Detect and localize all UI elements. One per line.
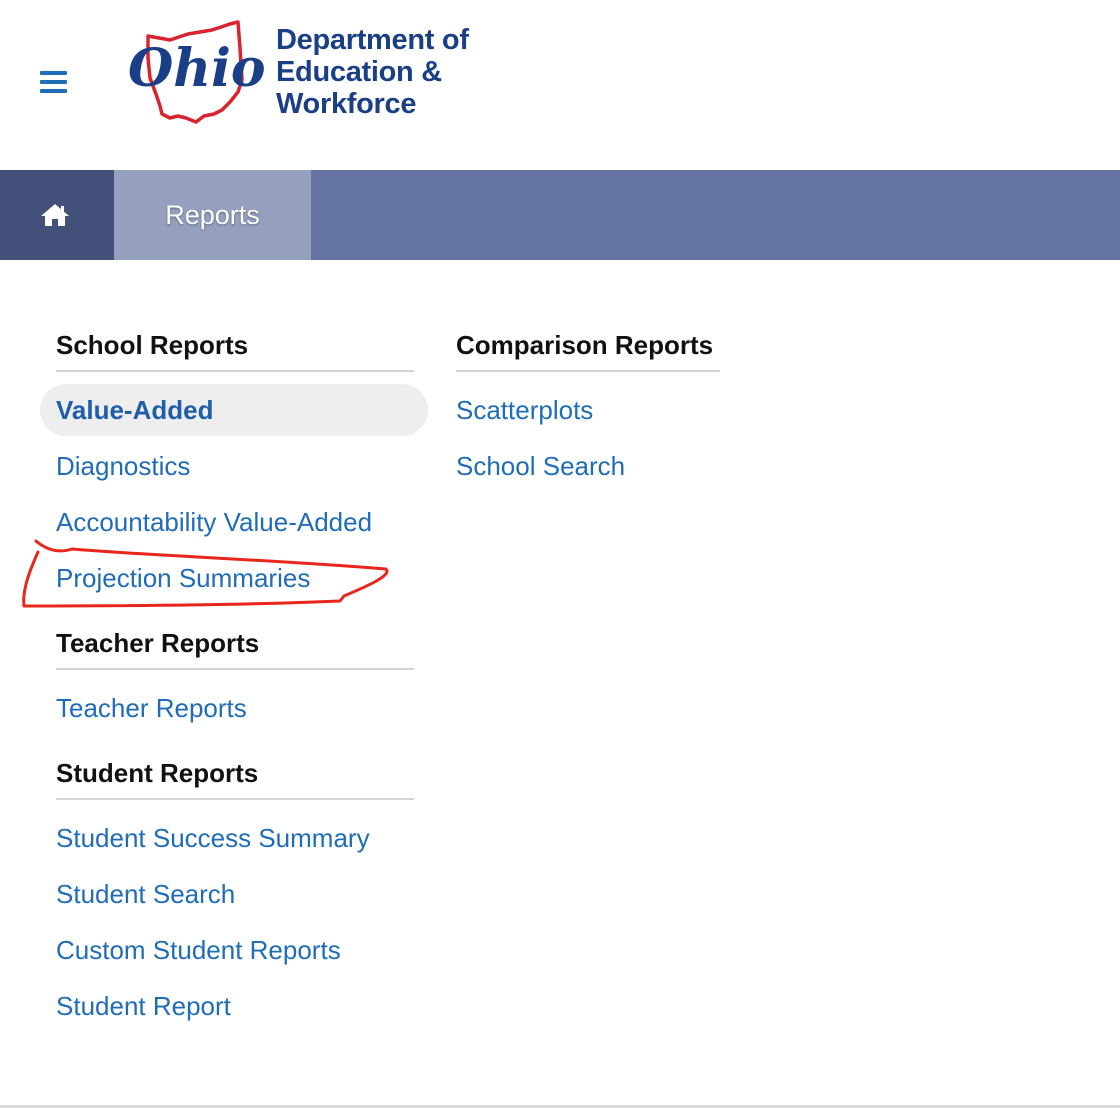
menu-link-teacher-reports[interactable]: Teacher Reports xyxy=(56,680,414,736)
org-name-line: Education & xyxy=(276,56,442,88)
school-reports-heading: School Reports xyxy=(56,322,414,372)
menu-link-accountability-value-added[interactable]: Accountability Value-Added xyxy=(56,494,414,550)
menu-link-student-report[interactable]: Student Report xyxy=(56,978,414,1034)
menu-link-value-added[interactable]: Value-Added xyxy=(40,382,428,438)
reports-menu-left-column: School Reports Value-Added Diagnostics A… xyxy=(40,322,428,1034)
menu-link-diagnostics[interactable]: Diagnostics xyxy=(56,438,414,494)
org-name-line: Workforce xyxy=(276,88,417,120)
ohio-state-outline-icon: Ohio xyxy=(128,20,266,124)
nav-tab-reports[interactable]: Reports xyxy=(114,170,311,260)
org-name-line: Department of xyxy=(276,24,469,56)
site-header: Ohio Department of Education & Workforce xyxy=(0,0,1120,170)
logo-wordmark: Ohio xyxy=(128,38,266,99)
ohio-logo[interactable]: Ohio Department of Education & Workforce xyxy=(126,18,506,128)
reports-menu-right-column: Comparison Reports Scatterplots School S… xyxy=(456,322,720,494)
menu-link-projection-summaries[interactable]: Projection Summaries xyxy=(56,550,414,606)
nav-home-button[interactable] xyxy=(0,170,114,260)
page: Ohio Department of Education & Workforce… xyxy=(0,0,1120,1108)
comparison-reports-heading: Comparison Reports xyxy=(456,322,720,372)
hamburger-menu-icon[interactable] xyxy=(40,71,67,93)
menu-link-school-search[interactable]: School Search xyxy=(456,438,720,494)
teacher-reports-heading: Teacher Reports xyxy=(56,620,414,670)
menu-link-custom-student-reports[interactable]: Custom Student Reports xyxy=(56,922,414,978)
menu-link-student-success-summary[interactable]: Student Success Summary xyxy=(56,810,414,866)
home-icon xyxy=(41,204,69,226)
menu-link-student-search[interactable]: Student Search xyxy=(56,866,414,922)
menu-link-scatterplots[interactable]: Scatterplots xyxy=(456,382,720,438)
main-nav-bar: Reports xyxy=(0,170,1120,260)
student-reports-heading: Student Reports xyxy=(56,750,414,800)
org-name: Department of Education & Workforce xyxy=(276,24,506,120)
